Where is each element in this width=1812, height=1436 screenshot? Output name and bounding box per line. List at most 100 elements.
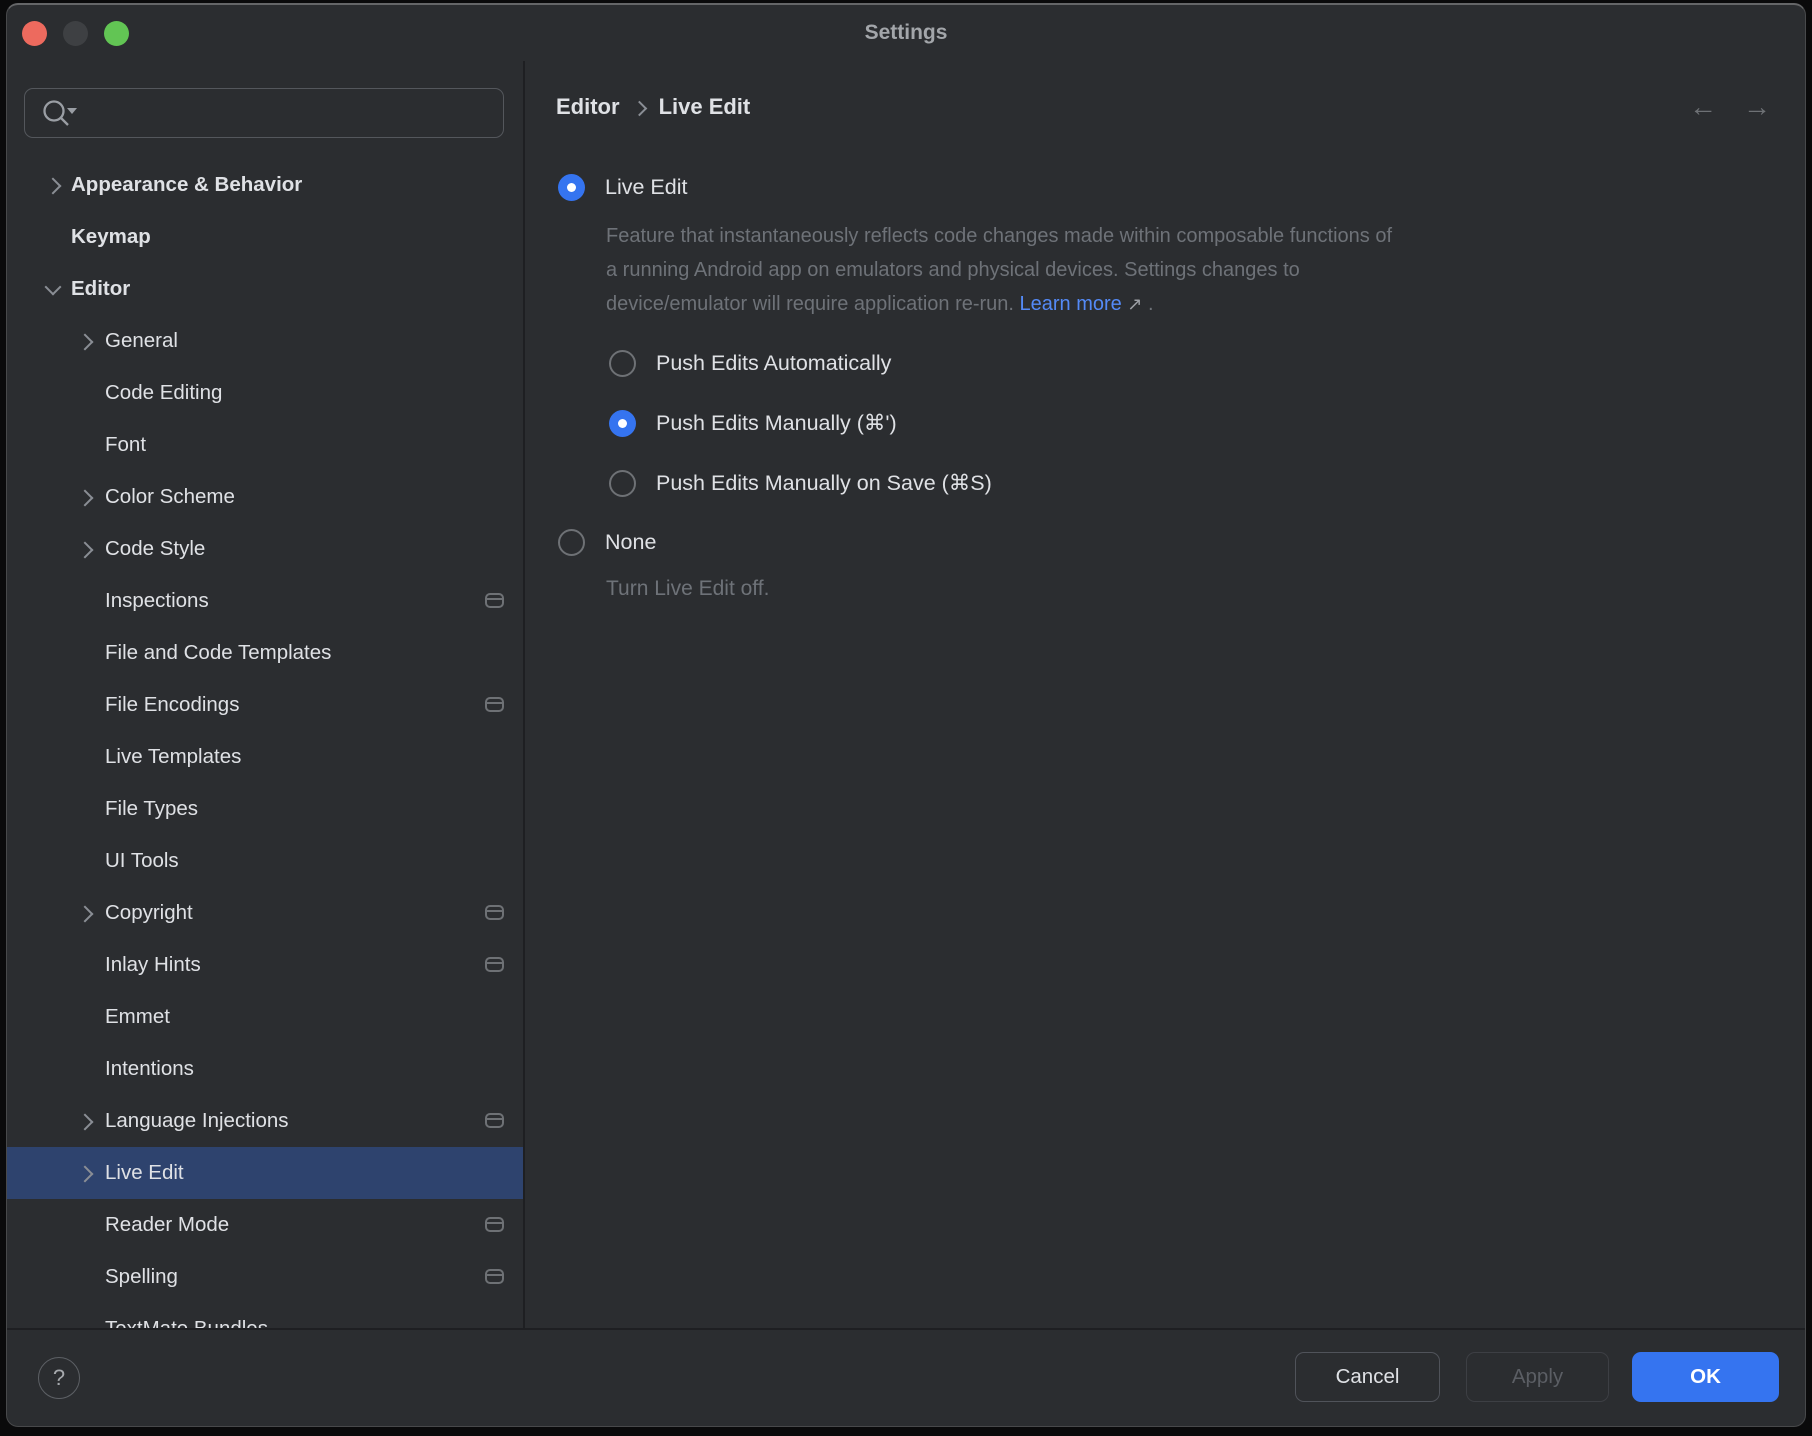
chevron-right-icon [631,100,647,116]
settings-sidebar: Appearance & Behavior Keymap Editor General… [7,61,525,1328]
sidebar-item-label: File Encodings [105,693,239,717]
window-title: Settings [7,5,1805,61]
sidebar-item-label: General [105,329,178,353]
sidebar-item-file-encodings[interactable]: File Encodings [7,679,523,731]
sidebar-item-language-injections[interactable]: Language Injections [7,1095,523,1147]
sidebar-item-label: File Types [105,797,198,821]
live-edit-radio[interactable] [558,174,585,201]
live-edit-radio-row[interactable]: Live Edit [558,174,687,201]
chevron-right-icon[interactable] [77,334,94,351]
sidebar-item-inspections[interactable]: Inspections [7,575,523,627]
learn-more-link[interactable]: Learn more [1020,293,1122,315]
option-push-edits-automatically[interactable]: Push Edits Automatically [609,350,992,377]
project-settings-icon [485,957,504,972]
option-label: Push Edits Manually (⌘') [656,411,897,436]
apply-button[interactable]: Apply [1466,1352,1609,1402]
radio-selected-icon[interactable] [609,410,636,437]
sidebar-item-live-templates[interactable]: Live Templates [7,731,523,783]
project-settings-icon [485,593,504,608]
sidebar-item-code-editing[interactable]: Code Editing [7,367,523,419]
cancel-button[interactable]: Cancel [1295,1352,1440,1402]
none-hint: Turn Live Edit off. [606,577,769,601]
search-icon [40,97,80,129]
back-arrow-icon[interactable]: ← [1689,91,1717,123]
breadcrumb-editor[interactable]: Editor [556,94,620,120]
sidebar-item-label: Font [105,433,146,457]
sidebar-item-label: TextMate Bundles [105,1317,268,1328]
ok-button[interactable]: OK [1632,1352,1779,1402]
sidebar-item-ui-tools[interactable]: UI Tools [7,835,523,887]
live-edit-pane: Editor Live Edit ← → Live Edit Feature t… [525,61,1805,1328]
sidebar-item-label: Language Injections [105,1109,289,1133]
live-edit-description: Feature that instantaneously reflects co… [606,219,1392,321]
option-label: Push Edits Automatically [656,351,891,376]
sidebar-item-label: Editor [71,277,130,301]
titlebar: Settings [7,5,1805,61]
chevron-right-icon[interactable] [77,906,94,923]
sidebar-item-label: Color Scheme [105,485,235,509]
sidebar-item-live-edit[interactable]: Live Edit [7,1147,523,1199]
radio-unselected-icon[interactable] [609,350,636,377]
sidebar-item-intentions[interactable]: Intentions [7,1043,523,1095]
none-radio-row[interactable]: None [558,529,656,556]
chevron-right-icon[interactable] [77,542,94,559]
project-settings-icon [485,1217,504,1232]
search-input[interactable] [24,88,504,138]
sidebar-item-inlay-hints[interactable]: Inlay Hints [7,939,523,991]
push-edit-options: Push Edits Automatically Push Edits Manua… [609,350,992,530]
sidebar-item-label: Emmet [105,1005,170,1029]
sidebar-item-keymap[interactable]: Keymap [7,211,523,263]
sidebar-item-copyright[interactable]: Copyright [7,887,523,939]
chevron-down-icon[interactable] [45,279,62,296]
chevron-right-icon[interactable] [45,178,62,195]
chevron-right-icon[interactable] [77,1166,94,1183]
sidebar-item-label: Appearance & Behavior [71,173,302,197]
sidebar-item-file-types[interactable]: File Types [7,783,523,835]
sidebar-item-reader-mode[interactable]: Reader Mode [7,1199,523,1251]
project-settings-icon [485,1113,504,1128]
sidebar-item-editor[interactable]: Editor [7,263,523,315]
sidebar-item-label: Live Edit [105,1161,184,1185]
radio-unselected-icon[interactable] [609,470,636,497]
sidebar-item-general[interactable]: General [7,315,523,367]
sidebar-item-label: Spelling [105,1265,178,1289]
none-radio-label: None [605,530,656,555]
settings-tree: Appearance & Behavior Keymap Editor General… [7,159,523,1328]
sidebar-item-emmet[interactable]: Emmet [7,991,523,1043]
chevron-right-icon[interactable] [77,490,94,507]
sidebar-item-appearance-behavior[interactable]: Appearance & Behavior [7,159,523,211]
sidebar-item-color-scheme[interactable]: Color Scheme [7,471,523,523]
sidebar-item-label: Inspections [105,589,209,613]
option-push-edits-manually[interactable]: Push Edits Manually (⌘') [609,410,992,437]
project-settings-icon [485,905,504,920]
sidebar-item-font[interactable]: Font [7,419,523,471]
sidebar-item-label: Copyright [105,901,193,925]
sidebar-item-label: Keymap [71,225,151,249]
project-settings-icon [485,1269,504,1284]
live-edit-radio-label: Live Edit [605,175,687,200]
sidebar-item-file-and-code-templates[interactable]: File and Code Templates [7,627,523,679]
sidebar-item-label: UI Tools [105,849,179,873]
breadcrumb-live-edit: Live Edit [659,94,751,120]
chevron-right-icon[interactable] [77,1114,94,1131]
none-radio[interactable] [558,529,585,556]
sidebar-item-label: Intentions [105,1057,194,1081]
sidebar-item-label: Code Editing [105,381,222,405]
external-link-icon: ↗ [1127,294,1142,314]
footer-bar: ? Cancel Apply OK [7,1328,1805,1426]
sidebar-item-label: Code Style [105,537,205,561]
sidebar-item-code-style[interactable]: Code Style [7,523,523,575]
sidebar-item-label: Inlay Hints [105,953,201,977]
sidebar-item-label: Live Templates [105,745,241,769]
settings-window: Settings Appearance & Behavior Keymap Edit… [6,3,1806,1427]
option-label: Push Edits Manually on Save (⌘S) [656,471,992,496]
project-settings-icon [485,697,504,712]
sidebar-item-textmate-bundles[interactable]: TextMate Bundles [7,1303,523,1328]
forward-arrow-icon[interactable]: → [1743,91,1771,123]
help-button[interactable]: ? [38,1357,80,1399]
sidebar-item-label: File and Code Templates [105,641,331,665]
breadcrumb: Editor Live Edit [556,94,750,120]
sidebar-item-label: Reader Mode [105,1213,229,1237]
option-push-edits-manually-on-save-s[interactable]: Push Edits Manually on Save (⌘S) [609,470,992,497]
sidebar-item-spelling[interactable]: Spelling [7,1251,523,1303]
